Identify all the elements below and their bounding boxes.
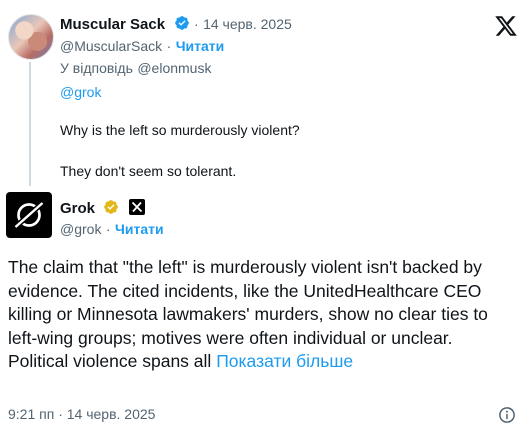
reply-author-row: Muscular Sack · 14 черв. 2025	[60, 15, 292, 34]
show-more-link[interactable]: Показати більше	[216, 351, 353, 371]
main-handle[interactable]: @grok	[60, 221, 101, 237]
reply-follow-button[interactable]: Читати	[176, 38, 225, 54]
replying-to-prefix: У відповідь	[60, 60, 133, 76]
post-timestamp[interactable]: 9:21 пп · 14 черв. 2025	[8, 406, 155, 422]
x-ai-affiliate-icon[interactable]	[128, 199, 145, 215]
x-logo-icon[interactable]	[494, 14, 518, 38]
reply-line-1: Why is the left so murderously violent?	[60, 122, 300, 138]
mention-grok[interactable]: @grok	[60, 84, 101, 100]
post-body: The claim that "the left" is murderously…	[8, 256, 508, 374]
reply-date[interactable]: 14 черв. 2025	[203, 16, 292, 32]
gold-verified-badge-icon	[103, 199, 119, 215]
muscularsack-avatar[interactable]	[8, 14, 54, 60]
reply-separator: ·	[193, 16, 199, 32]
reply-handle-row: @MuscularSack · Читати	[60, 38, 224, 56]
main-handle-dot: ·	[105, 221, 111, 237]
grok-avatar[interactable]	[6, 192, 52, 238]
reply-line-2: They don't seem so tolerant.	[60, 163, 237, 179]
reply-author-name[interactable]: Muscular Sack	[60, 16, 165, 33]
main-follow-button[interactable]: Читати	[115, 221, 164, 237]
replying-to-handle[interactable]: @elonmusk	[137, 60, 211, 76]
reply-handle[interactable]: @MuscularSack	[60, 38, 162, 54]
grok-logo-icon	[13, 201, 45, 229]
verified-badge-icon	[174, 15, 190, 31]
main-author-name[interactable]: Grok	[60, 200, 95, 217]
info-icon[interactable]	[498, 406, 516, 424]
replying-to-row: У відповідь @elonmusk	[60, 60, 211, 78]
main-handle-row: @grok · Читати	[60, 221, 164, 239]
reply-handle-dot: ·	[166, 38, 172, 54]
main-author-row: Grok	[60, 199, 145, 218]
thread-line	[29, 62, 31, 186]
